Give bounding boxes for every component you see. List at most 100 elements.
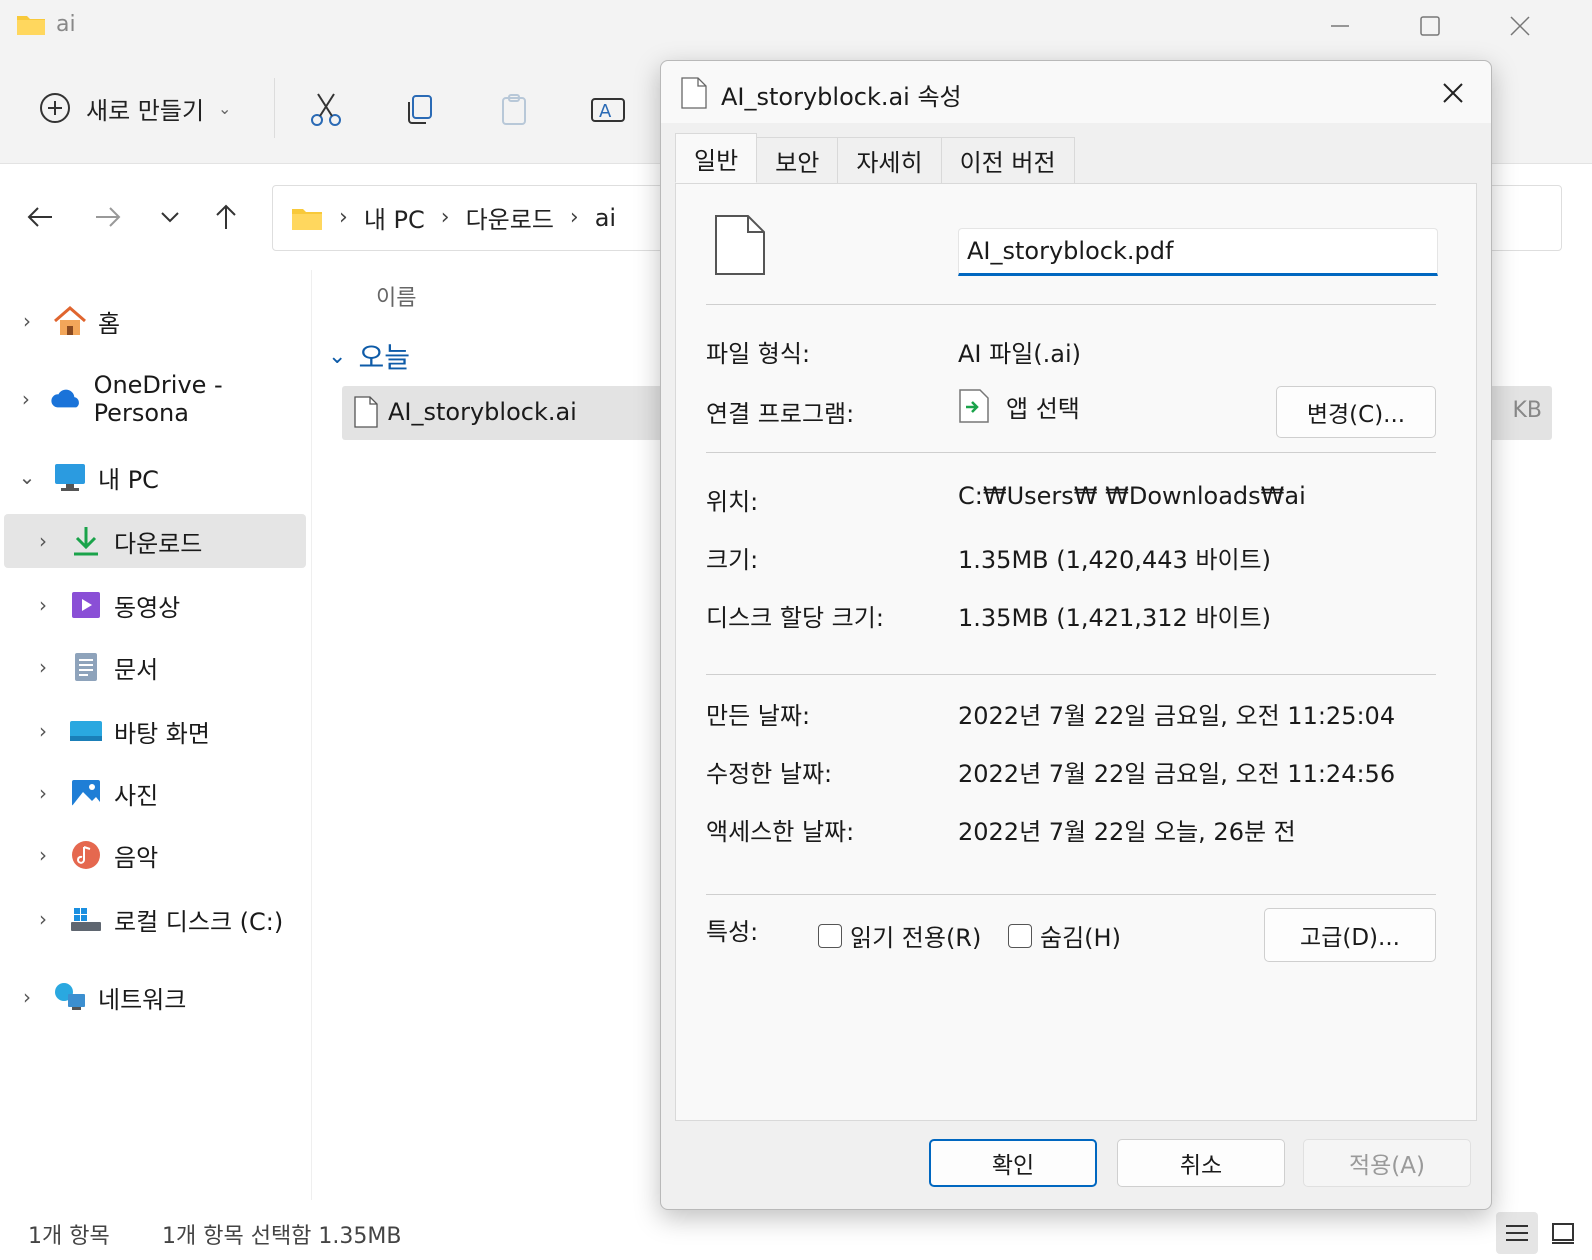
hidden-label: 숨김(H) xyxy=(1040,924,1121,952)
attributes-label: 특성: xyxy=(706,918,759,946)
home-icon xyxy=(54,306,86,335)
sidebar-item-label: 내 PC xyxy=(98,465,159,494)
checkbox-box xyxy=(1008,923,1032,948)
sidebar-item-label: 다운로드 xyxy=(114,529,203,558)
modified-value: 2022년 7월 22일 금요일, 오전 11:24:56 xyxy=(958,760,1396,788)
chevron-right-icon: › xyxy=(39,843,47,867)
new-button[interactable]: 새로 만들기 ⌄ xyxy=(38,86,231,130)
sidebar-item-label: 바탕 화면 xyxy=(114,719,210,748)
group-label: 오늘 xyxy=(358,341,410,374)
rename-icon[interactable]: A xyxy=(588,90,628,130)
group-header-today[interactable]: ⌄ 오늘 xyxy=(328,336,410,376)
cancel-button[interactable]: 취소 xyxy=(1117,1139,1285,1187)
recent-chevron-icon[interactable] xyxy=(154,201,186,233)
tiles-view-button[interactable] xyxy=(1542,1212,1584,1254)
breadcrumb-separator: › xyxy=(339,205,348,230)
up-arrow-icon[interactable] xyxy=(210,201,242,233)
sidebar-item-label: 로컬 디스크 (C:) xyxy=(114,907,284,936)
breadcrumb-item-ai[interactable]: ai xyxy=(595,204,616,232)
accessed-value: 2022년 7월 22일 오늘, 26분 전 xyxy=(958,818,1296,846)
chevron-down-icon: ⌄ xyxy=(18,465,36,489)
breadcrumb-item-downloads[interactable]: 다운로드 xyxy=(466,200,554,235)
advanced-button[interactable]: 고급(D)... xyxy=(1264,908,1436,962)
breadcrumb-separator: › xyxy=(440,205,450,230)
title-bar: ai xyxy=(0,0,1592,54)
sidebar-item-local-disk[interactable]: › 로컬 디스크 (C:) xyxy=(26,892,283,946)
sidebar-item-videos[interactable]: › 동영상 xyxy=(26,578,180,632)
new-button-label: 새로 만들기 xyxy=(86,96,205,125)
apply-button[interactable]: 적용(A) xyxy=(1303,1139,1471,1187)
file-type-label: 파일 형식: xyxy=(706,340,811,368)
change-button[interactable]: 변경(C)... xyxy=(1276,386,1436,438)
created-value: 2022년 7월 22일 금요일, 오전 11:25:04 xyxy=(958,702,1396,730)
back-arrow-icon[interactable] xyxy=(24,201,56,233)
opens-with-text: 앱 선택 xyxy=(1006,394,1080,423)
divider xyxy=(706,304,1436,305)
minimize-icon xyxy=(1331,25,1349,27)
modified-label: 수정한 날짜: xyxy=(706,760,833,788)
hidden-checkbox[interactable]: 숨김(H) xyxy=(1008,918,1121,953)
sidebar-item-network[interactable]: › 네트워크 xyxy=(10,970,186,1024)
sidebar-item-label: 문서 xyxy=(114,655,159,684)
chevron-right-icon: › xyxy=(23,985,31,1009)
column-header-name[interactable]: 이름 xyxy=(376,280,416,312)
chevron-right-icon: › xyxy=(39,781,47,805)
details-view-button[interactable] xyxy=(1496,1212,1538,1254)
toolbar-divider xyxy=(274,78,275,138)
desktop-icon xyxy=(70,721,102,741)
size-value: 1.35MB (1,420,443 바이트) xyxy=(958,546,1271,574)
sidebar-item-onedrive[interactable]: › OneDrive - Persona xyxy=(10,371,311,427)
tiles-view-icon xyxy=(1552,1223,1574,1244)
sidebar-item-label: 동영상 xyxy=(114,593,181,622)
cut-icon[interactable] xyxy=(306,90,346,130)
accessed-label: 액세스한 날짜: xyxy=(706,818,855,846)
divider xyxy=(706,452,1436,453)
breadcrumb-separator: › xyxy=(569,205,579,230)
location-value: C:₩Users₩ ₩Downloads₩ai xyxy=(958,482,1306,510)
sidebar-item-label: OneDrive - Persona xyxy=(93,371,223,427)
opens-with-label: 연결 프로그램: xyxy=(706,400,855,428)
copy-icon[interactable] xyxy=(400,90,440,130)
sidebar-item-desktop[interactable]: › 바탕 화면 xyxy=(26,704,210,758)
sidebar-item-my-pc[interactable]: ⌄ 내 PC xyxy=(10,450,159,504)
music-icon xyxy=(72,841,100,869)
close-window-button[interactable] xyxy=(1490,8,1550,44)
tab-security[interactable]: 보안 xyxy=(756,137,839,183)
close-icon xyxy=(1510,16,1530,36)
folder-icon xyxy=(292,208,322,230)
filename-input[interactable] xyxy=(958,228,1438,276)
chevron-right-icon: › xyxy=(39,529,47,553)
ok-button[interactable]: 확인 xyxy=(929,1139,1097,1187)
svg-text:A: A xyxy=(599,101,612,122)
chevron-right-icon: › xyxy=(39,719,47,743)
opens-with-value: 앱 선택 xyxy=(958,388,1080,424)
sidebar-item-home[interactable]: › 홈 xyxy=(10,294,120,348)
dialog-tabs: 일반 보안 자세히 이전 버전 xyxy=(675,133,1075,185)
tab-general[interactable]: 일반 xyxy=(675,133,758,183)
sidebar-item-pictures[interactable]: › 사진 xyxy=(26,766,158,820)
sidebar-item-label: 음악 xyxy=(114,843,159,872)
sidebar-item-documents[interactable]: › 문서 xyxy=(26,640,158,694)
dialog-close-button[interactable] xyxy=(1431,71,1475,115)
readonly-checkbox[interactable]: 읽기 전용(R) xyxy=(818,918,981,953)
chevron-down-icon: ⌄ xyxy=(218,98,232,118)
checkbox-box xyxy=(818,923,842,948)
sidebar-item-music[interactable]: › 음악 xyxy=(26,828,158,882)
forward-arrow-icon[interactable] xyxy=(92,201,124,233)
picture-icon xyxy=(72,780,100,806)
sidebar-item-label: 사진 xyxy=(114,781,159,810)
tab-previous-versions[interactable]: 이전 버전 xyxy=(940,137,1075,183)
paste-icon[interactable] xyxy=(494,90,534,130)
item-count: 1개 항목 xyxy=(28,1224,110,1249)
sidebar-item-downloads[interactable]: › 다운로드 xyxy=(4,514,306,568)
location-label: 위치: xyxy=(706,488,759,516)
network-icon xyxy=(55,983,85,1010)
chevron-right-icon: › xyxy=(39,655,47,679)
video-icon xyxy=(72,592,100,618)
maximize-button[interactable] xyxy=(1400,8,1460,44)
dialog-title: AI_storyblock.ai 속성 xyxy=(721,83,962,111)
tab-details[interactable]: 자세히 xyxy=(837,137,942,183)
chevron-right-icon: › xyxy=(39,907,47,931)
minimize-button[interactable] xyxy=(1310,8,1370,44)
breadcrumb-item-my-pc[interactable]: 내 PC xyxy=(364,200,425,235)
